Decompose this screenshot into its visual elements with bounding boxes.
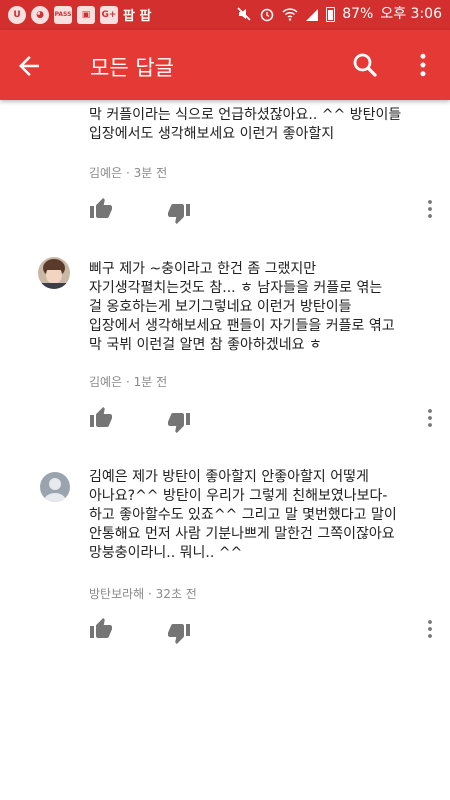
notification-icon-1: U	[8, 5, 26, 24]
comment-time: 3분 전	[133, 166, 168, 180]
notification-icon-4: ▣	[77, 5, 95, 24]
comment-time: 1분 전	[133, 375, 168, 389]
comment-meta: 김예은 · 3분 전	[89, 166, 168, 180]
thumbs-down-icon	[168, 204, 190, 224]
system-icons: 87% 오후 3:06	[236, 6, 442, 22]
comment-meta: 방탄보라해 · 32초 전	[89, 587, 197, 601]
search-icon	[353, 53, 377, 77]
like-button[interactable]	[89, 406, 113, 430]
more-vert-icon	[428, 200, 432, 218]
comment-item: 막 커플이라는 식으로 언급하셨잖아요.. ^^ 방탄이들 입장에서도 생각해보…	[0, 100, 450, 225]
status-bar: U ◕ PASS ▣ G+ 팝 팝 87% 오후 3:06	[0, 0, 450, 30]
like-button[interactable]	[89, 617, 113, 641]
comment-actions	[0, 197, 450, 225]
dislike-button[interactable]	[167, 410, 191, 434]
back-button[interactable]	[14, 51, 44, 81]
comment-more-button[interactable]	[418, 197, 442, 221]
dislike-button[interactable]	[167, 201, 191, 225]
battery-icon	[326, 6, 336, 22]
notification-app-label: 팝 팝	[123, 9, 152, 24]
comment-author[interactable]: 김예은	[89, 166, 122, 180]
clock: 오후 3:06	[380, 6, 442, 22]
notification-icons: U ◕ PASS ▣ G+ 팝 팝	[8, 5, 151, 24]
more-options-button[interactable]	[408, 50, 438, 80]
app-bar: 모든 답글	[0, 30, 450, 100]
comment-more-button[interactable]	[418, 617, 442, 641]
comment-meta: 김예은 · 1분 전	[89, 375, 168, 389]
battery-percent: 87%	[342, 6, 374, 22]
comment-time: 32초 전	[155, 587, 197, 601]
comment-author[interactable]: 방탄보라해	[89, 587, 144, 601]
comment-actions	[0, 406, 450, 434]
wifi-icon	[282, 8, 298, 21]
more-vert-icon	[428, 620, 432, 638]
thumbs-up-icon	[90, 618, 112, 638]
notification-icon-2: ◕	[31, 5, 49, 24]
more-vert-icon	[428, 409, 432, 427]
thumbs-down-icon	[168, 413, 190, 433]
comment-item: 삐구 제가 ~충이라고 한건 좀 그랬지만 자기생각펼치는것도 참... ㅎ 남…	[0, 252, 450, 434]
default-avatar-icon	[40, 472, 70, 502]
arrow-left-icon	[19, 56, 39, 76]
like-button[interactable]	[89, 197, 113, 221]
comment-text: 막 커플이라는 식으로 언급하셨잖아요.. ^^ 방탄이들 입장에서도 생각해보…	[89, 107, 402, 142]
alarm-icon	[260, 8, 274, 22]
notification-icon-3: PASS	[54, 5, 72, 24]
comment-item: 김예은 제가 방탄이 좋아할지 안좋아할지 어떻게 아나요?^^ 방탄이 우리가…	[0, 462, 450, 647]
avatar[interactable]	[38, 257, 70, 289]
page-title: 모든 답글	[90, 56, 174, 80]
comment-text: 삐구 제가 ~충이라고 한건 좀 그랬지만 자기생각펼치는것도 참... ㅎ 남…	[89, 261, 395, 353]
avatar[interactable]	[40, 472, 70, 502]
signal-icon	[306, 9, 319, 21]
comment-actions	[0, 617, 450, 645]
more-vert-icon	[420, 53, 426, 77]
dislike-button[interactable]	[167, 621, 191, 645]
comment-author[interactable]: 김예은	[89, 375, 122, 389]
thumbs-down-icon	[168, 624, 190, 644]
avatar-photo	[38, 257, 70, 289]
comment-text: 김예은 제가 방탄이 좋아할지 안좋아할지 어떻게 아나요?^^ 방탄이 우리가…	[89, 469, 397, 561]
search-button[interactable]	[350, 50, 380, 80]
mute-icon	[237, 7, 251, 21]
notification-icon-5: G+	[100, 5, 118, 24]
comment-more-button[interactable]	[418, 406, 442, 430]
thumbs-up-icon	[90, 198, 112, 218]
thumbs-up-icon	[90, 407, 112, 427]
